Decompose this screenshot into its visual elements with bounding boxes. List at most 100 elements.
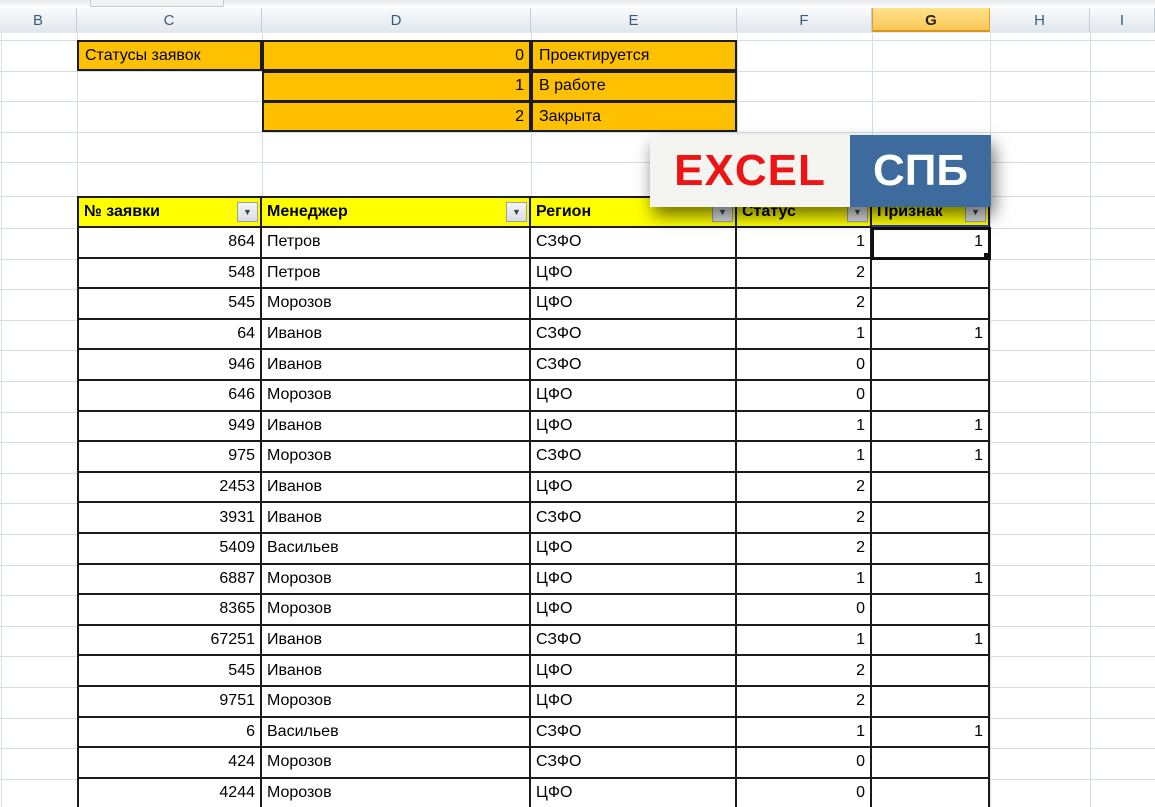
column-header-c[interactable]: C — [77, 8, 262, 32]
table-cell-status[interactable]: 1 — [737, 626, 872, 657]
table-cell-flag[interactable] — [872, 779, 990, 807]
table-cell-manager[interactable]: Морозов — [262, 289, 531, 320]
table-cell-region[interactable]: СЗФО — [531, 718, 737, 749]
table-cell-num[interactable]: 646 — [77, 381, 262, 412]
table-cell-region[interactable]: СЗФО — [531, 350, 737, 381]
table-cell-status[interactable]: 0 — [737, 350, 872, 381]
table-cell-region[interactable]: ЦФО — [531, 687, 737, 718]
table-cell-region[interactable]: ЦФО — [531, 259, 737, 290]
legend-label-cell[interactable]: Закрыта — [531, 101, 737, 132]
table-cell-status[interactable]: 1 — [737, 565, 872, 596]
table-cell-num[interactable]: 545 — [77, 289, 262, 320]
table-cell-flag[interactable]: 1 — [872, 626, 990, 657]
table-cell-status[interactable]: 2 — [737, 687, 872, 718]
column-header-d[interactable]: D — [262, 8, 531, 32]
table-cell-region[interactable]: ЦФО — [531, 534, 737, 565]
table-cell-status[interactable]: 1 — [737, 228, 872, 259]
table-cell-flag[interactable]: 1 — [872, 412, 990, 443]
table-cell-manager[interactable]: Морозов — [262, 748, 531, 779]
table-cell-num[interactable]: 67251 — [77, 626, 262, 657]
table-cell-region[interactable]: ЦФО — [531, 473, 737, 504]
table-cell-flag[interactable] — [872, 473, 990, 504]
table-cell-num[interactable]: 548 — [77, 259, 262, 290]
table-cell-num[interactable]: 975 — [77, 442, 262, 473]
table-cell-flag[interactable]: 1 — [872, 320, 990, 351]
table-cell-region[interactable]: ЦФО — [531, 289, 737, 320]
table-cell-region[interactable]: СЗФО — [531, 228, 737, 259]
table-cell-manager[interactable]: Иванов — [262, 350, 531, 381]
table-cell-region[interactable]: ЦФО — [531, 565, 737, 596]
table-cell-num[interactable]: 3931 — [77, 503, 262, 534]
table-cell-region[interactable]: СЗФО — [531, 320, 737, 351]
table-cell-status[interactable]: 0 — [737, 748, 872, 779]
table-cell-manager[interactable]: Морозов — [262, 565, 531, 596]
table-cell-region[interactable]: СЗФО — [531, 503, 737, 534]
table-cell-region[interactable]: СЗФО — [531, 748, 737, 779]
legend-code-cell[interactable]: 1 — [262, 71, 531, 102]
table-cell-num[interactable]: 946 — [77, 350, 262, 381]
table-cell-num[interactable]: 8365 — [77, 595, 262, 626]
table-cell-status[interactable]: 1 — [737, 412, 872, 443]
legend-code-cell[interactable]: 0 — [262, 40, 531, 71]
legend-title-cell[interactable]: Статусы заявок — [77, 40, 262, 71]
table-cell-num[interactable]: 6887 — [77, 565, 262, 596]
column-header-g[interactable]: G — [872, 8, 990, 32]
table-cell-flag[interactable] — [872, 381, 990, 412]
table-cell-flag[interactable] — [872, 289, 990, 320]
table-cell-status[interactable]: 2 — [737, 503, 872, 534]
table-cell-num[interactable]: 9751 — [77, 687, 262, 718]
table-cell-manager[interactable]: Иванов — [262, 626, 531, 657]
table-header-cell[interactable]: Менеджер▼ — [262, 196, 531, 228]
table-cell-status[interactable]: 1 — [737, 320, 872, 351]
table-cell-num[interactable]: 5409 — [77, 534, 262, 565]
table-cell-flag[interactable]: 1 — [872, 228, 990, 259]
legend-label-cell[interactable]: Проектируется — [531, 40, 737, 71]
table-cell-region[interactable]: ЦФО — [531, 656, 737, 687]
table-cell-manager[interactable]: Морозов — [262, 442, 531, 473]
table-cell-flag[interactable] — [872, 350, 990, 381]
table-cell-flag[interactable] — [872, 687, 990, 718]
table-cell-manager[interactable]: Иванов — [262, 412, 531, 443]
table-cell-num[interactable]: 64 — [77, 320, 262, 351]
column-header-f[interactable]: F — [737, 8, 872, 32]
table-header-cell[interactable]: № заявки▼ — [77, 196, 262, 228]
table-cell-flag[interactable]: 1 — [872, 718, 990, 749]
table-cell-region[interactable]: СЗФО — [531, 626, 737, 657]
table-cell-manager[interactable]: Иванов — [262, 320, 531, 351]
table-cell-region[interactable]: ЦФО — [531, 595, 737, 626]
table-cell-flag[interactable] — [872, 748, 990, 779]
table-cell-manager[interactable]: Морозов — [262, 595, 531, 626]
column-header-h[interactable]: H — [990, 8, 1090, 32]
table-cell-manager[interactable]: Петров — [262, 259, 531, 290]
table-cell-region[interactable]: ЦФО — [531, 779, 737, 807]
table-cell-flag[interactable] — [872, 259, 990, 290]
column-header-e[interactable]: E — [531, 8, 737, 32]
legend-label-cell[interactable]: В работе — [531, 71, 737, 102]
table-cell-status[interactable]: 2 — [737, 289, 872, 320]
table-cell-flag[interactable] — [872, 595, 990, 626]
column-header-b[interactable]: B — [0, 8, 77, 32]
table-cell-manager[interactable]: Васильев — [262, 718, 531, 749]
table-cell-status[interactable]: 0 — [737, 381, 872, 412]
table-cell-num[interactable]: 864 — [77, 228, 262, 259]
table-cell-flag[interactable] — [872, 534, 990, 565]
table-cell-flag[interactable]: 1 — [872, 442, 990, 473]
table-cell-manager[interactable]: Морозов — [262, 381, 531, 412]
selection-fill-handle[interactable] — [983, 252, 990, 259]
table-cell-flag[interactable]: 1 — [872, 565, 990, 596]
table-cell-num[interactable]: 6 — [77, 718, 262, 749]
table-cell-status[interactable]: 0 — [737, 779, 872, 807]
table-cell-manager[interactable]: Иванов — [262, 656, 531, 687]
table-cell-num[interactable]: 545 — [77, 656, 262, 687]
table-cell-status[interactable]: 2 — [737, 656, 872, 687]
table-cell-manager[interactable]: Петров — [262, 228, 531, 259]
table-cell-status[interactable]: 2 — [737, 534, 872, 565]
table-cell-status[interactable]: 2 — [737, 259, 872, 290]
table-cell-num[interactable]: 424 — [77, 748, 262, 779]
table-cell-num[interactable]: 949 — [77, 412, 262, 443]
table-cell-manager[interactable]: Иванов — [262, 473, 531, 504]
table-cell-flag[interactable] — [872, 503, 990, 534]
column-header-i[interactable]: I — [1090, 8, 1155, 32]
legend-code-cell[interactable]: 2 — [262, 101, 531, 132]
table-cell-status[interactable]: 2 — [737, 473, 872, 504]
